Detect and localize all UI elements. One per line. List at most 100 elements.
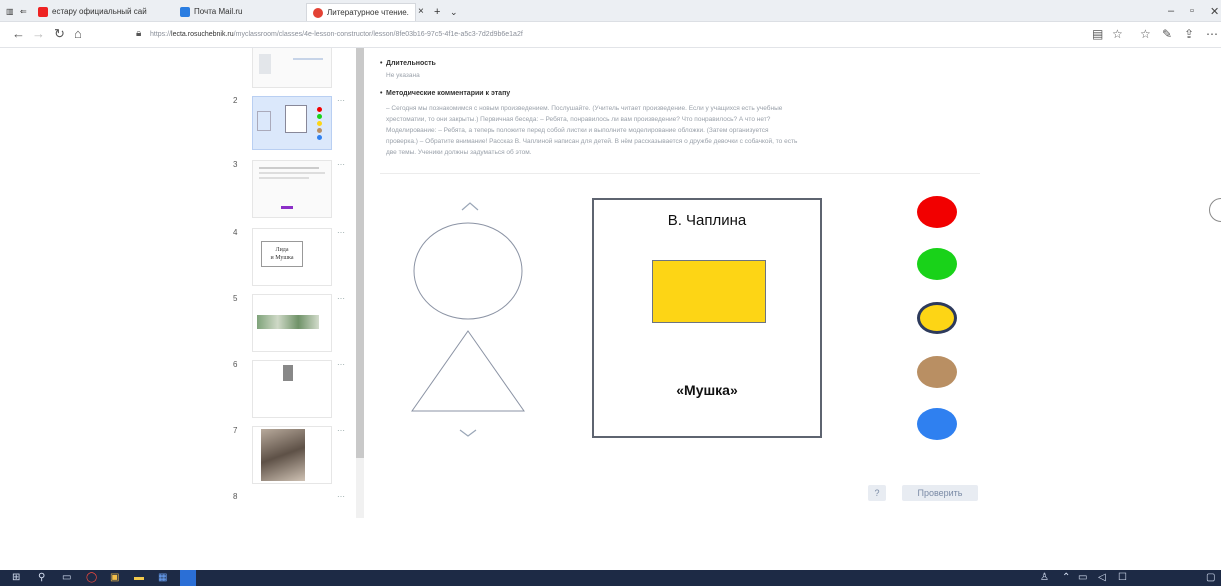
tray-network-icon[interactable]: ▭ [1078,572,1087,583]
share-icon[interactable]: ⇪ [1184,27,1194,41]
duration-value: Не указана [386,72,420,79]
tab-list-chevron-icon[interactable]: ⌄ [450,3,458,21]
forward-icon[interactable]: → [32,26,45,41]
close-window-icon[interactable]: ✕ [1210,5,1219,18]
mail-icon [180,6,190,17]
comments-text: две темы. Ученики должны задуматься об э… [386,149,532,156]
pen-icon[interactable]: ✎ [1162,27,1172,41]
triangle-shape[interactable] [411,330,525,412]
store-icon[interactable]: ▣ [110,572,119,583]
action-center-icon[interactable]: ▢ [1206,572,1215,583]
more-icon[interactable]: ⋯ [1206,27,1218,41]
start-icon[interactable]: ⊞ [12,572,20,583]
slide-thumbnail[interactable] [252,294,332,352]
tab-literary-reading[interactable]: Литературное чтение. [306,3,416,21]
slide-number: 7 [233,426,238,435]
close-tab-icon[interactable]: × [418,3,424,21]
slide-thumbnail[interactable] [252,160,332,218]
browser-tab-bar: ▥ ⇐ естару официальный сай Почта Mail.ru… [0,0,1221,22]
comments-text: хрестоматии, то они закрыты.) Первичная … [386,116,771,123]
thumb-photo [261,429,305,481]
tray-notification-icon[interactable]: ☐ [1118,572,1127,583]
color-blue[interactable] [917,408,957,440]
thumb-figure [259,54,271,74]
slides-sidebar: 2 ⋯ 3 ⋯ 4 ⋯ Лида и Мушка 5 ⋯ 6 ⋯ 7 ⋯ 8 ⋯ [228,48,348,518]
circle-shape[interactable] [413,222,523,320]
reading-view-icon[interactable]: ▤ [1092,27,1103,41]
thumb-line [293,58,323,60]
slide-menu-icon[interactable]: ⋯ [337,228,345,237]
tray-volume-icon[interactable]: ◁ [1098,572,1106,583]
slide-menu-icon[interactable]: ⋯ [337,294,345,303]
url-domain: lecta.rosuchebnik.ru [171,31,234,38]
chevron-down-icon[interactable] [459,429,477,437]
new-tab-icon[interactable]: + [434,3,440,21]
folder-icon[interactable]: ▬ [134,572,144,583]
maximize-icon[interactable]: ▫ [1190,5,1194,17]
slide-number: 8 [233,492,238,501]
help-button[interactable]: ? [868,485,886,501]
thumb-text-line [259,167,319,169]
url-path: /myclassroom/classes/4e-lesson-construct… [233,31,523,38]
duration-heading-bullet: • [380,60,383,67]
slide-thumbnail-selected[interactable] [252,96,332,150]
tab-yandex[interactable]: естару официальный сай [38,3,160,21]
slide-menu-icon[interactable]: ⋯ [337,96,345,105]
back-tab-icon[interactable]: ⇐ [20,3,27,21]
url-field[interactable]: https://lecta.rosuchebnik.ru/myclassroom… [150,28,1060,42]
thumb-dot [317,121,322,126]
slide-number: 2 [233,96,238,105]
minimize-icon[interactable]: – [1168,5,1174,17]
slide-thumbnail[interactable] [252,360,332,418]
slide-menu-icon[interactable]: ⋯ [337,160,345,169]
search-icon[interactable]: ⚲ [38,572,45,583]
tab-mail[interactable]: Почта Mail.ru [180,3,275,21]
scrollbar-thumb[interactable] [356,48,364,458]
tab-manager-icon[interactable]: ▥ [6,3,14,21]
address-bar: ← → ↻ ⌂ 🔒︎ https://lecta.rosuchebnik.ru/… [0,22,1221,48]
home-icon[interactable]: ⌂ [74,26,82,41]
thumb-shape [257,111,271,131]
shape-picker-svg [411,202,525,437]
tray-chevron-up-icon[interactable]: ⌃ [1062,572,1070,583]
thumb-text-line [259,172,325,174]
slide-menu-icon[interactable]: ⋯ [337,360,345,369]
color-brown[interactable] [917,356,957,388]
slide-menu-icon[interactable]: ⋯ [337,426,345,435]
thumb-image [257,315,319,329]
yandex-icon [38,6,48,17]
color-green[interactable] [917,248,957,280]
comments-text: проверка.) – Обратите внимание! Рассказ … [386,138,798,145]
slide-thumbnail[interactable] [252,48,332,88]
cover-rectangle[interactable] [652,260,766,323]
slide-thumbnail[interactable]: Лида и Мушка [252,228,332,286]
sidebar-scrollbar[interactable] [356,48,364,518]
comments-heading-bullet: • [380,90,383,97]
app-icon[interactable]: ▦ [158,572,167,583]
favorites-list-icon[interactable]: ☆ [1140,27,1151,41]
chevron-up-icon[interactable] [461,202,479,211]
slide-number: 3 [233,160,238,169]
refresh-icon[interactable]: ↻ [54,26,65,42]
thumb-card [285,105,307,133]
book-cover-card[interactable]: В. Чаплина «Мушка» [592,198,822,438]
color-yellow[interactable] [917,302,957,334]
comments-text: – Сегодня мы познакомимся с новым произв… [386,105,783,112]
edge-active-icon[interactable] [180,570,196,586]
back-icon[interactable]: ← [12,26,25,41]
slide-menu-icon[interactable]: ⋯ [337,492,345,501]
lock-icon: 🔒︎ [136,28,142,39]
slide-number: 6 [233,360,238,369]
task-view-icon[interactable]: ▭ [62,572,71,583]
cover-title: «Мушка» [676,382,738,398]
url-prefix: https:// [150,31,172,38]
color-red[interactable] [917,196,957,228]
check-button[interactable]: Проверить [902,485,978,501]
side-panel-toggle[interactable] [1209,198,1221,222]
tray-people-icon[interactable]: ♙ [1040,572,1049,583]
tab-label: естару официальный сай [52,7,147,16]
opera-icon[interactable]: ◯ [86,572,97,583]
thumb-text-line [259,177,309,179]
slide-thumbnail[interactable] [252,426,332,484]
favorite-star-icon[interactable]: ☆ [1112,27,1123,41]
